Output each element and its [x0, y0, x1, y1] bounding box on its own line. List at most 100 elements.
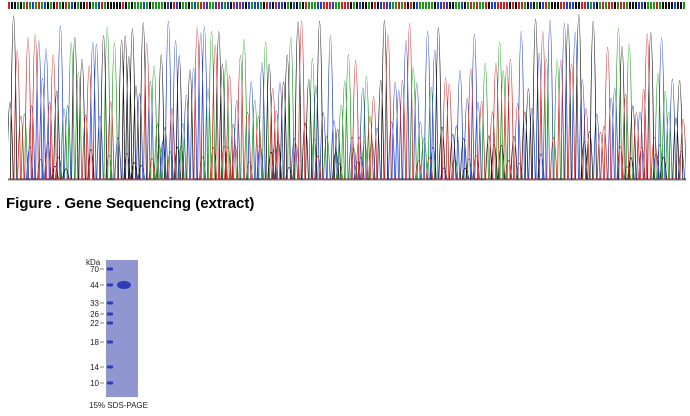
- base-call-mark: [380, 2, 382, 9]
- base-call-mark: [608, 2, 610, 9]
- base-call-mark: [110, 2, 112, 9]
- base-call-mark: [452, 2, 454, 9]
- base-call-mark: [377, 2, 379, 9]
- marker-label-26: 26: [90, 310, 99, 319]
- base-call-mark: [575, 2, 577, 9]
- base-call-mark: [242, 2, 244, 9]
- base-call-mark: [299, 2, 301, 9]
- base-call-mark: [11, 2, 13, 9]
- base-call-mark: [197, 2, 199, 9]
- gel-image: kDa 70 44 33 26 22 18 14 10: [86, 258, 138, 397]
- base-call-mark: [518, 2, 520, 9]
- base-call-mark: [683, 2, 685, 9]
- base-call-mark: [23, 2, 25, 9]
- base-call-mark: [155, 2, 157, 9]
- sequencing-chromatogram: [8, 2, 686, 181]
- base-call-mark: [533, 2, 535, 9]
- base-call-mark: [434, 2, 436, 9]
- base-call-mark: [233, 2, 235, 9]
- base-call-mark: [284, 2, 286, 9]
- base-call-mark: [248, 2, 250, 9]
- base-call-mark: [494, 2, 496, 9]
- base-call-mark: [335, 2, 337, 9]
- base-call-mark: [95, 2, 97, 9]
- marker-label-14: 14: [90, 363, 99, 372]
- base-call-mark: [296, 2, 298, 9]
- base-call-mark: [26, 2, 28, 9]
- base-call-mark: [542, 2, 544, 9]
- base-call-mark: [431, 2, 433, 9]
- base-call-mark: [167, 2, 169, 9]
- ladder-band-22: [107, 321, 113, 325]
- base-call-mark: [419, 2, 421, 9]
- base-call-mark: [548, 2, 550, 9]
- base-call-mark: [677, 2, 679, 9]
- ladder-band-18: [107, 340, 113, 344]
- base-call-mark: [17, 2, 19, 9]
- base-call-mark: [224, 2, 226, 9]
- base-call-mark: [20, 2, 22, 9]
- base-call-mark: [596, 2, 598, 9]
- base-call-mark: [593, 2, 595, 9]
- base-call-mark: [617, 2, 619, 9]
- base-call-mark: [620, 2, 622, 9]
- base-call-mark: [80, 2, 82, 9]
- base-call-mark: [656, 2, 658, 9]
- base-call-mark: [341, 2, 343, 9]
- base-call-mark: [227, 2, 229, 9]
- base-call-mark: [443, 2, 445, 9]
- base-call-mark: [500, 2, 502, 9]
- base-call-mark: [170, 2, 172, 9]
- base-call-mark: [125, 2, 127, 9]
- base-call-mark: [626, 2, 628, 9]
- base-call-mark: [122, 2, 124, 9]
- marker-label-22: 22: [90, 319, 99, 328]
- base-call-mark: [200, 2, 202, 9]
- base-call-mark: [374, 2, 376, 9]
- base-call-mark: [344, 2, 346, 9]
- base-call-mark: [149, 2, 151, 9]
- base-call-mark: [503, 2, 505, 9]
- base-call-mark: [221, 2, 223, 9]
- base-call-mark: [311, 2, 313, 9]
- base-call-mark: [560, 2, 562, 9]
- base-call-mark: [287, 2, 289, 9]
- base-call-mark: [572, 2, 574, 9]
- base-call-mark: [86, 2, 88, 9]
- base-call-mark: [674, 2, 676, 9]
- base-call-mark: [410, 2, 412, 9]
- base-call-mark: [209, 2, 211, 9]
- base-call-mark: [182, 2, 184, 9]
- base-call-mark: [623, 2, 625, 9]
- base-call-mark: [599, 2, 601, 9]
- base-call-mark: [353, 2, 355, 9]
- chromatogram-traces: [8, 13, 686, 180]
- base-call-mark: [38, 2, 40, 9]
- base-call-mark: [614, 2, 616, 9]
- base-call-mark: [278, 2, 280, 9]
- base-call-mark: [611, 2, 613, 9]
- base-call-mark: [56, 2, 58, 9]
- base-call-mark: [359, 2, 361, 9]
- base-call-mark: [362, 2, 364, 9]
- base-call-mark: [446, 2, 448, 9]
- ladder-band-10: [107, 381, 113, 385]
- marker-label-33: 33: [90, 299, 99, 308]
- base-call-mark: [638, 2, 640, 9]
- base-call-mark: [647, 2, 649, 9]
- ladder-band-33: [107, 301, 113, 305]
- base-call-mark: [269, 2, 271, 9]
- base-call-mark: [338, 2, 340, 9]
- base-call-mark: [188, 2, 190, 9]
- base-call-mark: [554, 2, 556, 9]
- base-call-mark: [272, 2, 274, 9]
- base-call-mark: [119, 2, 121, 9]
- base-call-mark: [371, 2, 373, 9]
- base-call-mark: [671, 2, 673, 9]
- marker-label-18: 18: [90, 338, 99, 347]
- base-call-mark: [368, 2, 370, 9]
- figure-caption: Figure . Gene Sequencing (extract): [6, 195, 255, 212]
- base-call-mark: [251, 2, 253, 9]
- base-call-mark: [308, 2, 310, 9]
- base-call-mark: [383, 2, 385, 9]
